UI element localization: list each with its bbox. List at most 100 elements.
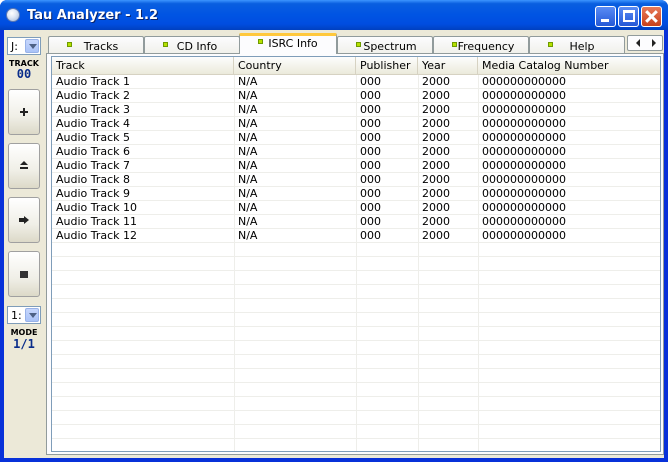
- mode-select[interactable]: 1:: [7, 306, 41, 324]
- table-cell: Audio Track 9: [56, 187, 131, 200]
- table-cell: N/A: [238, 173, 258, 186]
- table-cell: 000: [360, 215, 381, 228]
- title-bar[interactable]: Tau Analyzer - 1.2: [0, 0, 668, 30]
- chevron-down-icon[interactable]: [25, 39, 39, 53]
- table-cell: Audio Track 6: [56, 145, 131, 158]
- table-cell: N/A: [238, 159, 258, 172]
- table-row: [52, 383, 660, 397]
- table-cell: 000: [360, 145, 381, 158]
- table-header: Track Country Publisher Year Media Catal…: [52, 57, 660, 75]
- table-row[interactable]: Audio Track 3 N/A 000 2000 000000000000: [52, 103, 660, 117]
- next-button[interactable]: [8, 197, 40, 243]
- add-button[interactable]: [8, 89, 40, 135]
- table-row: [52, 299, 660, 313]
- table-cell: Audio Track 7: [56, 159, 131, 172]
- table-cell: 2000: [422, 159, 450, 172]
- drive-select[interactable]: J:: [7, 37, 41, 55]
- table-cell: 2000: [422, 145, 450, 158]
- table-cell: Audio Track 1: [56, 75, 131, 88]
- table-cell: Audio Track 5: [56, 131, 131, 144]
- window-title: Tau Analyzer - 1.2: [27, 8, 159, 23]
- table-cell: N/A: [238, 75, 258, 88]
- drive-select-value: J:: [11, 40, 18, 53]
- table-cell: 000000000000: [482, 159, 566, 172]
- isrc-table[interactable]: Track Country Publisher Year Media Catal…: [51, 56, 661, 452]
- table-cell: 000000000000: [482, 89, 566, 102]
- table-row[interactable]: Audio Track 8 N/A 000 2000 000000000000: [52, 173, 660, 187]
- column-header-country[interactable]: Country: [234, 57, 356, 74]
- table-row: [52, 313, 660, 327]
- tab-cd-info[interactable]: CD Info: [144, 36, 240, 54]
- chevron-down-icon[interactable]: [25, 308, 39, 322]
- tab-tracks[interactable]: Tracks: [48, 36, 144, 54]
- stop-icon: [9, 252, 39, 296]
- tab-scroll-buttons[interactable]: [627, 35, 663, 51]
- plus-icon: [9, 90, 39, 134]
- table-row[interactable]: Audio Track 10 N/A 000 2000 000000000000: [52, 201, 660, 215]
- tab-label: CD Info: [176, 40, 218, 53]
- table-cell: 000000000000: [482, 229, 566, 242]
- app-icon: [6, 8, 20, 22]
- minimize-button[interactable]: [595, 6, 616, 27]
- table-cell: Audio Track 12: [56, 229, 138, 242]
- table-cell: 000: [360, 75, 381, 88]
- mode-select-value: 1:: [11, 309, 22, 322]
- table-cell: N/A: [238, 201, 258, 214]
- table-cell: 000: [360, 187, 381, 200]
- column-header-track[interactable]: Track: [52, 57, 234, 74]
- arrow-right-icon[interactable]: [652, 39, 656, 47]
- table-cell: 000000000000: [482, 103, 566, 116]
- table-cell: 2000: [422, 75, 450, 88]
- table-row[interactable]: Audio Track 1 N/A 000 2000 000000000000: [52, 75, 660, 89]
- column-header-publisher[interactable]: Publisher: [356, 57, 418, 74]
- stop-button[interactable]: [8, 251, 40, 297]
- tab-label: ISRC Info: [268, 37, 318, 50]
- table-row: [52, 369, 660, 383]
- table-cell: 000000000000: [482, 201, 566, 214]
- table-row: [52, 425, 660, 439]
- table-cell: 000000000000: [482, 145, 566, 158]
- maximize-button[interactable]: [618, 6, 639, 27]
- client-area: J: TRACK 00 1: MODE 1/1 Tracks CD Info I…: [4, 30, 664, 458]
- maximize-icon: [623, 10, 635, 22]
- table-row[interactable]: Audio Track 6 N/A 000 2000 000000000000: [52, 145, 660, 159]
- table-cell: 000000000000: [482, 131, 566, 144]
- table-row[interactable]: Audio Track 4 N/A 000 2000 000000000000: [52, 117, 660, 131]
- table-cell: 2000: [422, 117, 450, 130]
- mode-value: 1/1: [13, 337, 35, 351]
- table-cell: N/A: [238, 215, 258, 228]
- column-header-year[interactable]: Year: [418, 57, 478, 74]
- table-row[interactable]: Audio Track 9 N/A 000 2000 000000000000: [52, 187, 660, 201]
- table-cell: Audio Track 3: [56, 103, 131, 116]
- table-row[interactable]: Audio Track 11 N/A 000 2000 000000000000: [52, 215, 660, 229]
- table-cell: Audio Track 8: [56, 173, 131, 186]
- table-cell: 000: [360, 117, 381, 130]
- close-button[interactable]: [641, 6, 662, 27]
- close-icon: [642, 7, 661, 26]
- arrow-left-icon[interactable]: [636, 39, 640, 47]
- table-cell: Audio Track 2: [56, 89, 131, 102]
- tab-bar: Tracks CD Info ISRC Info Spectrum Freque…: [46, 33, 664, 54]
- table-cell: Audio Track 4: [56, 117, 131, 130]
- table-cell: 000000000000: [482, 117, 566, 130]
- table-row: [52, 397, 660, 411]
- tab-label: Help: [569, 40, 595, 53]
- eject-button[interactable]: [8, 143, 40, 189]
- table-row[interactable]: Audio Track 12 N/A 000 2000 000000000000: [52, 229, 660, 243]
- tab-isrc-info[interactable]: ISRC Info: [239, 33, 337, 54]
- table-row[interactable]: Audio Track 7 N/A 000 2000 000000000000: [52, 159, 660, 173]
- tab-label: Frequency: [457, 40, 515, 53]
- column-header-media-catalog-number[interactable]: Media Catalog Number: [478, 57, 660, 74]
- tab-help[interactable]: Help: [529, 36, 625, 54]
- table-cell: Audio Track 11: [56, 215, 138, 228]
- app-window: Tau Analyzer - 1.2 J: TRACK 00 1: MODE 1…: [0, 0, 668, 462]
- table-row: [52, 257, 660, 271]
- table-cell: 000: [360, 229, 381, 242]
- table-cell: 000: [360, 89, 381, 102]
- table-row[interactable]: Audio Track 5 N/A 000 2000 000000000000: [52, 131, 660, 145]
- tab-spectrum[interactable]: Spectrum: [337, 36, 433, 54]
- table-row[interactable]: Audio Track 2 N/A 000 2000 000000000000: [52, 89, 660, 103]
- tab-frequency[interactable]: Frequency: [433, 36, 529, 54]
- table-cell: Audio Track 10: [56, 201, 138, 214]
- tab-label: Spectrum: [363, 40, 417, 53]
